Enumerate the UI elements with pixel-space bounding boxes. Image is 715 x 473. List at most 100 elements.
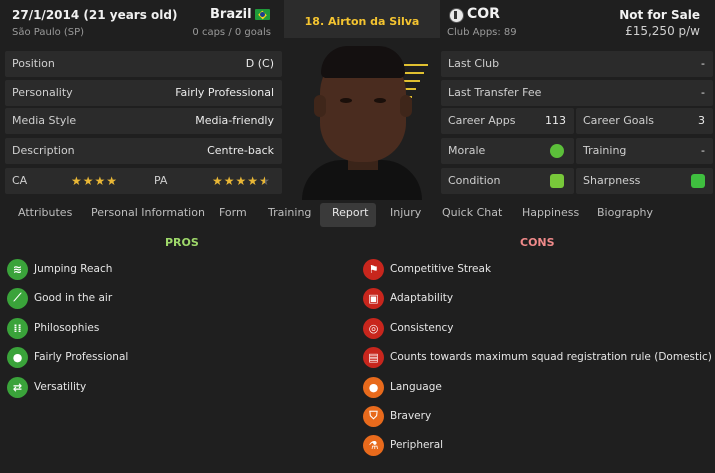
pro-label: Jumping Reach — [34, 263, 113, 275]
people-icon: ⁞⁞ — [7, 317, 28, 339]
pa-stars: ★ ★ ★ ★ ★ — [212, 175, 270, 187]
condition-heart-icon — [550, 174, 564, 188]
con-label: Language — [390, 381, 442, 393]
star-icon: ★ — [223, 174, 235, 188]
info-row-position: Position D (C) — [5, 51, 282, 77]
star-icon: ★ — [212, 174, 223, 188]
row-value: Fairly Professional — [175, 86, 274, 99]
row-label: Career Goals — [583, 114, 655, 127]
tab-personal-information[interactable]: Personal Information — [91, 206, 205, 219]
shield-icon: ⛉ — [363, 405, 384, 427]
row-label: Media Style — [12, 114, 77, 127]
con-item[interactable]: ⚑ Competitive Streak — [363, 258, 491, 280]
tab-report[interactable]: Report — [332, 206, 368, 219]
player-photo — [290, 40, 438, 200]
ca-label: CA — [12, 174, 28, 187]
tab-form[interactable]: Form — [219, 206, 247, 219]
club-apps: Club Apps: 89 — [447, 27, 517, 38]
row-label: Description — [12, 144, 75, 157]
club-crest-icon[interactable] — [449, 8, 464, 23]
pro-item[interactable]: ⇄ Versatility — [7, 376, 86, 398]
star-icon: ★ — [82, 174, 94, 188]
tab-attributes[interactable]: Attributes — [18, 206, 72, 219]
tab-quick-chat[interactable]: Quick Chat — [442, 206, 502, 219]
target-icon: ◎ — [363, 317, 384, 339]
pro-label: Versatility — [34, 381, 87, 393]
info-row-morale[interactable]: Morale — [441, 138, 574, 164]
con-label: Consistency — [390, 322, 454, 334]
pa-label: PA — [154, 174, 168, 187]
star-icon: ★ — [94, 174, 106, 188]
star-icon: ★ — [235, 174, 247, 188]
con-label: Counts towards maximum squad registratio… — [390, 351, 712, 363]
half-star-icon: ★ — [259, 174, 270, 188]
pro-item[interactable]: ⁞⁞ Philosophies — [7, 317, 99, 339]
info-row-media-style: Media Style Media-friendly — [5, 108, 282, 134]
row-label: Last Transfer Fee — [448, 86, 542, 99]
tab-happiness[interactable]: Happiness — [522, 206, 579, 219]
con-item[interactable]: ◎ Consistency — [363, 317, 454, 339]
row-value: 113 — [545, 114, 566, 127]
star-icon: ★ — [71, 174, 82, 188]
row-label: Sharpness — [583, 174, 641, 187]
con-item[interactable]: ● Language — [363, 376, 442, 398]
info-row-description: Description Centre-back — [5, 138, 282, 164]
star-icon: ★ — [247, 174, 259, 188]
row-label: Personality — [12, 86, 73, 99]
header-icon: ⟋ — [7, 287, 28, 309]
con-label: Peripheral — [390, 439, 444, 451]
tab-injury[interactable]: Injury — [390, 206, 421, 219]
info-row-training[interactable]: Training - — [576, 138, 713, 164]
date-of-birth: 27/1/2014 (21 years old) — [12, 8, 178, 22]
flag-icon: ⚑ — [363, 258, 384, 280]
pro-item[interactable]: ≋ Jumping Reach — [7, 258, 112, 280]
info-row-career-goals: Career Goals 3 — [576, 108, 713, 134]
speech-icon: ● — [363, 376, 384, 398]
birthplace: São Paulo (SP) — [12, 27, 85, 38]
info-row-last-club[interactable]: Last Club - — [441, 51, 713, 77]
info-row-sharpness[interactable]: Sharpness — [576, 168, 713, 194]
pro-label: Philosophies — [34, 322, 100, 334]
nationality[interactable]: Brazil — [210, 7, 252, 22]
tab-training[interactable]: Training — [268, 206, 311, 219]
row-value: 3 — [698, 114, 705, 127]
transfer-status: Not for Sale — [619, 8, 700, 22]
pro-item[interactable]: ⟋ Good in the air — [7, 287, 112, 309]
row-label: Position — [12, 57, 55, 70]
con-item[interactable]: ▤ Counts towards maximum squad registrat… — [363, 346, 712, 368]
con-label: Bravery — [390, 410, 432, 422]
sharpness-icon — [691, 174, 705, 188]
con-item[interactable]: ⛉ Bravery — [363, 405, 431, 427]
pro-label: Good in the air — [34, 292, 113, 304]
player-name: 18. Airton da Silva — [304, 15, 420, 28]
con-item[interactable]: ▣ Adaptability — [363, 287, 453, 309]
con-item[interactable]: ⚗ Peripheral — [363, 434, 443, 456]
row-value: Centre-back — [207, 144, 274, 157]
row-label: Last Club — [448, 57, 500, 70]
info-row-condition[interactable]: Condition — [441, 168, 574, 194]
row-value: - — [701, 144, 705, 157]
row-value: - — [701, 86, 705, 99]
spring-icon: ≋ — [7, 258, 28, 280]
wage: £15,250 p/w — [625, 24, 700, 38]
head-icon: ● — [7, 346, 28, 368]
row-value: - — [701, 57, 705, 70]
cons-heading: CONS — [520, 236, 555, 249]
pro-item[interactable]: ● Fairly Professional — [7, 346, 128, 368]
ca-stars: ★ ★ ★ ★ — [71, 175, 117, 187]
row-value: D (C) — [245, 57, 274, 70]
brazil-flag-icon — [255, 9, 270, 20]
document-icon: ▤ — [363, 346, 384, 368]
club-name[interactable]: COR — [467, 6, 500, 22]
info-row-last-transfer-fee: Last Transfer Fee - — [441, 80, 713, 106]
info-row-ability: CA ★ ★ ★ ★ PA ★ ★ ★ ★ ★ — [5, 168, 282, 194]
pros-heading: PROS — [165, 236, 199, 249]
info-row-personality: Personality Fairly Professional — [5, 80, 282, 106]
flask-icon: ⚗ — [363, 434, 384, 456]
row-label: Training — [583, 144, 627, 157]
morale-good-icon — [550, 144, 564, 158]
tab-biography[interactable]: Biography — [597, 206, 653, 219]
handshake-icon: ⇄ — [7, 376, 28, 398]
row-label: Career Apps — [448, 114, 516, 127]
suitcase-icon: ▣ — [363, 287, 384, 309]
